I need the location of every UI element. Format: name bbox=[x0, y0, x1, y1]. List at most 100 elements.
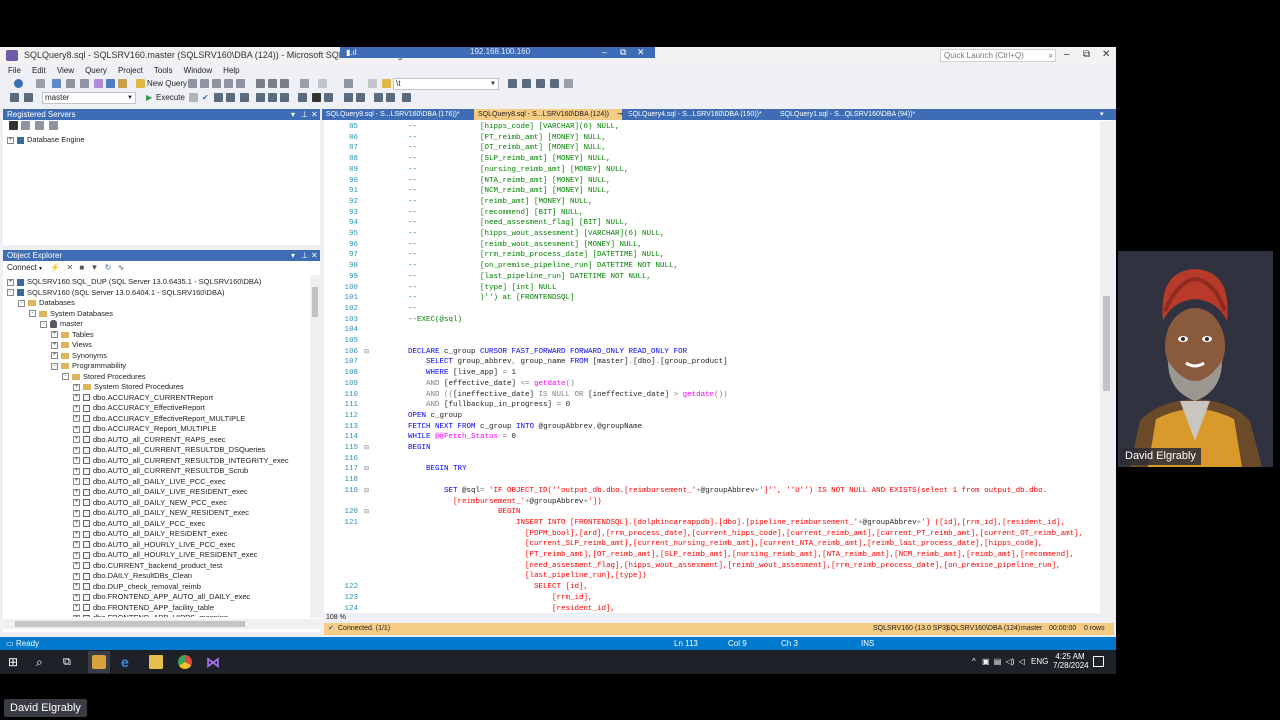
decrease-indent-icon[interactable] bbox=[374, 93, 383, 102]
tree-item[interactable]: + dbo.AUTO_all_HOURLY_LIVE_RESIDENT_exec bbox=[73, 550, 257, 560]
increase-indent-icon[interactable] bbox=[386, 93, 395, 102]
code-line[interactable]: BEGIN bbox=[372, 443, 431, 454]
code-line[interactable]: [need_assesment_flag],[hipps_wout_assesm… bbox=[372, 561, 1061, 572]
pin-icon[interactable]: ⊸ bbox=[617, 111, 623, 118]
query-designer-icon[interactable] bbox=[226, 93, 235, 102]
edge-icon[interactable]: e bbox=[121, 655, 135, 669]
notification-icon[interactable] bbox=[1093, 656, 1104, 667]
expand-icon[interactable]: + bbox=[73, 551, 80, 559]
chevron-down-icon[interactable]: ▾ bbox=[39, 266, 42, 272]
code-line[interactable]: WHILE @@Fetch_Status = 0 bbox=[372, 432, 516, 443]
tab-sqlquery9[interactable]: SQLQuery9.sql - S...LSRV160\DBA (176))* bbox=[322, 109, 472, 120]
integration-icon[interactable] bbox=[49, 121, 58, 130]
tree-item[interactable]: + Synonyms bbox=[51, 351, 107, 361]
tree-item[interactable]: + dbo.AUTO_all_CURRENT_RESULTDB_INTEGRITY… bbox=[73, 456, 289, 466]
chrome-icon[interactable] bbox=[178, 655, 192, 669]
results-file-icon[interactable] bbox=[324, 93, 333, 102]
scroll-thumb[interactable] bbox=[1103, 296, 1110, 391]
menu-view[interactable]: View bbox=[57, 66, 74, 75]
save-file-icon[interactable] bbox=[106, 79, 115, 88]
paste-icon[interactable] bbox=[280, 79, 289, 88]
stop-icon[interactable]: ■ bbox=[79, 263, 84, 272]
fold-icon[interactable]: ⊟ bbox=[364, 465, 369, 472]
code-line[interactable]: BEGIN TRY bbox=[372, 464, 467, 475]
tab-sqlquery8[interactable]: SQLQuery8.sql - S...LSRV160\DBA (124)) ⊸… bbox=[474, 109, 634, 120]
clock[interactable]: 4:25 AM 7/28/2024 bbox=[1053, 652, 1089, 670]
code-line[interactable]: -- [reimb_amt] [MONEY] NULL, bbox=[372, 197, 593, 208]
activity-monitor-icon[interactable]: ∿ bbox=[118, 263, 125, 272]
tab-sqlquery1[interactable]: SQLQuery1.sql - S...QLSRV160\DBA (94))* bbox=[776, 109, 926, 120]
parse-icon[interactable]: ✔ bbox=[202, 93, 209, 102]
dmx-query-icon[interactable] bbox=[224, 79, 233, 88]
expand-icon[interactable]: + bbox=[73, 467, 80, 475]
connect-icon[interactable]: ⚡ bbox=[50, 263, 60, 272]
object-explorer-vscroll[interactable] bbox=[310, 275, 320, 618]
tree-item[interactable]: + dbo.DAILY_ResultDBs_Clean bbox=[73, 571, 192, 581]
fold-icon[interactable]: ⊟ bbox=[364, 487, 369, 494]
options-icon[interactable] bbox=[240, 93, 249, 102]
tree-item[interactable]: + dbo.FRONTEND_APP_facility_table bbox=[73, 603, 214, 613]
expand-icon[interactable]: + bbox=[73, 604, 80, 612]
fold-icon[interactable]: ⊟ bbox=[364, 348, 369, 355]
collapse-icon[interactable]: - bbox=[62, 373, 69, 381]
copy-icon[interactable] bbox=[268, 79, 277, 88]
minimize-button[interactable]: – bbox=[1064, 49, 1070, 60]
expand-icon[interactable]: + bbox=[73, 583, 80, 591]
zoom-level[interactable]: 108 % bbox=[326, 614, 346, 621]
code-line[interactable]: [current_SLP_reimb_amt],[current_nursing… bbox=[372, 539, 1043, 550]
tree-item-database-engine[interactable]: + Database Engine bbox=[7, 135, 85, 145]
expand-icon[interactable]: + bbox=[73, 457, 80, 465]
collapse-icon[interactable]: - bbox=[51, 362, 58, 370]
task-view-icon[interactable]: ⧉ bbox=[63, 655, 77, 669]
connect-icon[interactable] bbox=[10, 93, 19, 102]
expand-icon[interactable]: + bbox=[73, 478, 80, 486]
tree-item[interactable]: + dbo.AUTO_all_DAILY_RESIDENT_exec bbox=[73, 529, 227, 539]
chevron-up-icon[interactable]: ^ bbox=[972, 657, 976, 666]
menu-help[interactable]: Help bbox=[223, 66, 239, 75]
expand-icon[interactable]: + bbox=[73, 425, 80, 433]
collapse-icon[interactable]: - bbox=[7, 289, 14, 297]
language-indicator[interactable]: ENG bbox=[1031, 657, 1048, 666]
comment-icon[interactable] bbox=[344, 93, 353, 102]
expand-icon[interactable]: + bbox=[73, 436, 80, 444]
fold-icon[interactable]: ⊟ bbox=[364, 444, 369, 451]
menu-query[interactable]: Query bbox=[85, 66, 107, 75]
code-line[interactable]: SET @sql= 'IF OBJECT_ID(''output_db.dbo.… bbox=[372, 486, 1047, 497]
properties-icon[interactable] bbox=[508, 79, 517, 88]
code-line[interactable]: DECLARE c_group CURSOR FAST_FORWARD FORW… bbox=[372, 347, 687, 358]
visual-studio-icon[interactable]: ⋈ bbox=[206, 655, 220, 669]
expand-icon[interactable]: + bbox=[73, 593, 80, 601]
tab-sqlquery4[interactable]: SQLQuery4.sql - S...LSRV160\DBA (150))* bbox=[624, 109, 774, 120]
cut-icon[interactable] bbox=[256, 79, 265, 88]
maximize-button[interactable]: ⧉ bbox=[1083, 49, 1090, 60]
refresh-icon[interactable]: ↻ bbox=[105, 263, 112, 272]
tree-item[interactable]: + dbo.AUTO_all_DAILY_LIVE_PCC_exec bbox=[73, 477, 226, 487]
uncomment-icon[interactable] bbox=[356, 93, 365, 102]
code-line[interactable]: [reimbursement_'+@groupAbbrev+']) bbox=[372, 497, 602, 508]
tree-item[interactable]: + dbo.ACCURACY_CURRENTReport bbox=[73, 393, 213, 403]
collapse-icon[interactable]: - bbox=[40, 320, 47, 328]
tree-item[interactable]: + dbo.AUTO_all_CURRENT_RAPS_exec bbox=[73, 435, 225, 445]
customize-icon[interactable] bbox=[564, 79, 573, 88]
code-line[interactable]: SELECT [id], bbox=[372, 582, 588, 593]
object-browser-icon[interactable] bbox=[522, 79, 531, 88]
expand-icon[interactable]: + bbox=[73, 509, 80, 517]
open-file-icon[interactable] bbox=[118, 79, 127, 88]
change-connection-icon[interactable] bbox=[24, 93, 33, 102]
dropdown-icon[interactable]: ▾ bbox=[291, 250, 295, 261]
analysis-icon[interactable] bbox=[21, 121, 30, 130]
ssms-taskbar-icon[interactable] bbox=[88, 651, 110, 673]
code-line[interactable]: [PT_reimb_amt],[OT_reimb_amt],[SLP_reimb… bbox=[372, 550, 1074, 561]
tree-item[interactable]: + dbo.AUTO_all_CURRENT_RESULTDB_Scrub bbox=[73, 466, 248, 476]
code-line[interactable]: -- [need_assesment_flag] [BIT] NULL, bbox=[372, 218, 629, 229]
navigate-icon[interactable] bbox=[368, 79, 377, 88]
code-line[interactable]: -- [hipps_code] [VARCHAR](6) NULL, bbox=[372, 122, 620, 133]
tree-item[interactable]: + Views bbox=[51, 340, 92, 350]
collapse-icon[interactable]: - bbox=[18, 299, 25, 307]
editor-vscroll[interactable] bbox=[1100, 121, 1114, 613]
expand-icon[interactable]: + bbox=[73, 446, 80, 454]
new-query-icon[interactable] bbox=[136, 79, 145, 88]
expand-icon[interactable]: + bbox=[73, 614, 80, 617]
redo-icon[interactable] bbox=[318, 79, 327, 88]
solution-icon[interactable] bbox=[344, 79, 353, 88]
